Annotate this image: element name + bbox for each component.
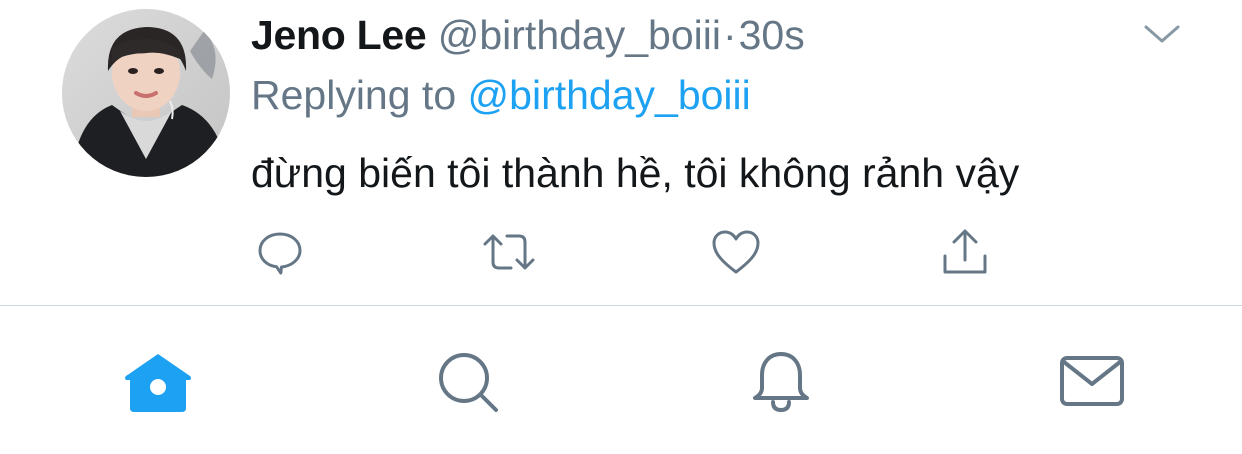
reply-prefix: Replying to: [251, 72, 457, 118]
search-icon: [439, 353, 498, 412]
avatar-photo: [62, 9, 230, 177]
reply-handle-link[interactable]: @birthday_boiii: [468, 72, 751, 118]
reply-button[interactable]: [252, 224, 308, 280]
mail-icon: [1060, 356, 1124, 406]
author-name[interactable]: Jeno Lee: [251, 12, 427, 58]
tweet[interactable]: Jeno Lee @birthday_boiii·30s Replying to…: [0, 0, 1242, 305]
author-handle[interactable]: @birthday_boiii: [438, 12, 721, 58]
tweet-menu-button[interactable]: [1140, 18, 1184, 48]
timestamp[interactable]: 30s: [739, 12, 805, 58]
reply-context: Replying to @birthday_boiii: [251, 70, 751, 120]
tweet-text: đừng biến tôi thành hề, tôi không rảnh v…: [251, 150, 1020, 196]
retweet-icon: [483, 234, 535, 270]
tab-search[interactable]: [430, 344, 506, 420]
avatar[interactable]: [62, 9, 230, 177]
bell-icon: [753, 352, 809, 413]
tab-home[interactable]: [120, 344, 196, 420]
tweet-header: Jeno Lee @birthday_boiii·30s: [251, 10, 805, 60]
share-icon: [943, 229, 987, 274]
like-button[interactable]: [708, 224, 764, 280]
bottom-tab-bar: [0, 306, 1242, 454]
chevron-down-icon: [1144, 25, 1180, 43]
tab-messages[interactable]: [1054, 344, 1130, 420]
comment-icon: [258, 232, 302, 275]
share-button[interactable]: [937, 224, 993, 280]
home-icon: [125, 354, 191, 412]
retweet-button[interactable]: [481, 224, 537, 280]
heart-icon: [712, 230, 760, 274]
separator-dot: ·: [722, 12, 737, 58]
tab-notifications[interactable]: [743, 344, 819, 420]
